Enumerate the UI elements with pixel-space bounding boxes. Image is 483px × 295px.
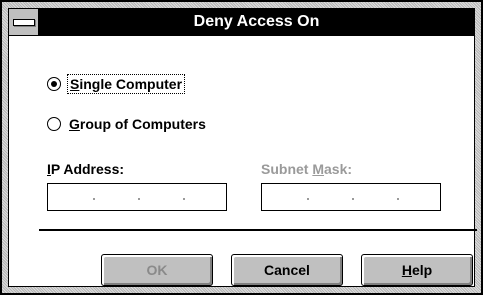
- radio-unchecked-icon: [47, 117, 61, 131]
- dialog-title: Deny Access On: [193, 13, 320, 30]
- single-computer-radio[interactable]: Single Computer: [47, 73, 186, 95]
- dialog-window: Deny Access On Single Computer Group of …: [0, 0, 483, 295]
- group-of-computers-radio[interactable]: Group of Computers: [47, 113, 208, 135]
- title-bar[interactable]: Deny Access On: [9, 9, 474, 36]
- system-menu-icon: [13, 19, 35, 26]
- ip-address-label: IP Address:: [47, 161, 125, 177]
- mask-octet-separator: [307, 198, 309, 200]
- subnet-mask-label: Subnet Mask:: [261, 161, 353, 177]
- ok-button[interactable]: OK: [101, 254, 213, 286]
- ip-octet-separator: [138, 198, 140, 200]
- cancel-button[interactable]: Cancel: [231, 254, 343, 286]
- radio-checked-icon: [47, 77, 61, 91]
- single-computer-label: Single Computer: [67, 74, 186, 94]
- subnet-mask-input[interactable]: [261, 183, 441, 211]
- separator-line: [39, 229, 477, 231]
- ip-octet-separator: [183, 198, 185, 200]
- mask-octet-separator: [352, 198, 354, 200]
- group-of-computers-label: Group of Computers: [69, 116, 206, 132]
- mask-octet-separator: [397, 198, 399, 200]
- help-button[interactable]: Help: [361, 254, 473, 286]
- ip-octet-separator: [93, 198, 95, 200]
- dialog-body: Deny Access On Single Computer Group of …: [8, 8, 477, 287]
- ip-address-input[interactable]: [47, 183, 227, 211]
- system-menu-button[interactable]: [9, 9, 39, 35]
